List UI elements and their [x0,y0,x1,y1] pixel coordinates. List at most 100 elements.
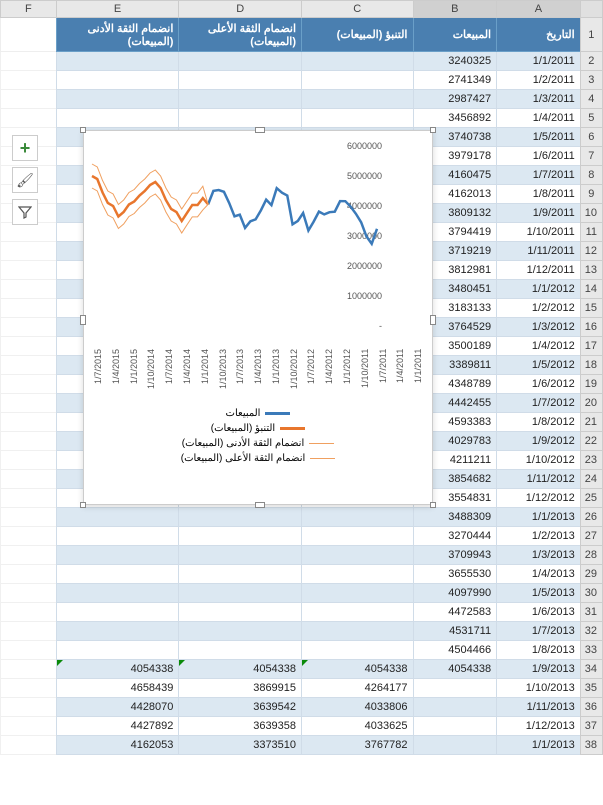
col-header-D[interactable]: D [179,1,302,18]
cell[interactable]: 1/12/2013 [497,717,581,736]
cell[interactable]: 1/8/2012 [497,413,581,432]
row-number[interactable]: 28 [580,546,602,565]
header-sales[interactable]: المبيعات [413,18,497,52]
row-number[interactable]: 23 [580,451,602,470]
col-header-F[interactable]: F [1,1,57,18]
chart-legend[interactable]: المبيعاتالتنبؤ (المبيعات)انضمام الثقة ال… [89,404,427,468]
cell-empty[interactable] [1,375,57,394]
chart-object[interactable]: 1000000200000030000004000000500000060000… [83,130,433,505]
cell[interactable]: 1/9/2013 [497,660,581,679]
cell[interactable]: 3240325 [413,52,497,71]
cell-empty[interactable] [1,489,57,508]
row-number[interactable]: 22 [580,432,602,451]
cell-empty[interactable] [1,508,57,527]
row-number[interactable]: 24 [580,470,602,489]
cell[interactable] [413,736,497,755]
legend-item[interactable]: التنبؤ (المبيعات) [89,423,427,434]
col-header-E[interactable]: E [56,1,179,18]
cell[interactable]: 1/11/2013 [497,698,581,717]
cell-empty[interactable] [1,356,57,375]
cell[interactable]: 1/4/2013 [497,565,581,584]
cell[interactable] [179,603,302,622]
col-header-A[interactable]: A [497,1,581,18]
cell[interactable]: 1/4/2012 [497,337,581,356]
cell[interactable] [56,527,179,546]
row-number[interactable]: 14 [580,280,602,299]
cell[interactable] [56,565,179,584]
row-number[interactable]: 36 [580,698,602,717]
row-number[interactable]: 6 [580,128,602,147]
cell[interactable] [413,698,497,717]
cell[interactable]: 1/5/2012 [497,356,581,375]
row-number[interactable]: 27 [580,527,602,546]
col-header-B[interactable]: B [413,1,497,18]
cell[interactable]: 1/3/2011 [497,90,581,109]
cell[interactable]: 3639542 [179,698,302,717]
cell[interactable] [179,584,302,603]
cell[interactable]: 3270444 [413,527,497,546]
cell[interactable]: 4531711 [413,622,497,641]
cell-empty[interactable] [1,90,57,109]
cell[interactable]: 1/1/2011 [497,52,581,71]
row-number[interactable]: 35 [580,679,602,698]
cell[interactable] [302,90,413,109]
cell[interactable]: 1/12/2011 [497,261,581,280]
cell[interactable]: 4162053 [56,736,179,755]
cell[interactable] [302,52,413,71]
header-conf-lower[interactable]: انضمام الثقة الأدنى (المبيعات) [56,18,179,52]
cell-empty[interactable] [1,280,57,299]
cell[interactable]: 1/10/2011 [497,223,581,242]
resize-handle[interactable] [80,502,86,508]
cell-empty[interactable] [1,318,57,337]
cell[interactable]: 3488309 [413,508,497,527]
cell[interactable]: 4428070 [56,698,179,717]
cell[interactable] [56,546,179,565]
cell[interactable] [302,641,413,660]
row-number[interactable]: 25 [580,489,602,508]
cell-empty[interactable] [1,584,57,603]
cell[interactable]: 4427892 [56,717,179,736]
cell-empty[interactable] [1,565,57,584]
row-number[interactable]: 4 [580,90,602,109]
row-number[interactable]: 15 [580,299,602,318]
cell[interactable] [56,90,179,109]
row-number[interactable]: 21 [580,413,602,432]
cell-empty[interactable] [1,52,57,71]
resize-handle[interactable] [80,127,86,133]
cell[interactable] [56,641,179,660]
cell-empty[interactable] [1,451,57,470]
cell[interactable] [302,109,413,128]
cell[interactable]: 2741349 [413,71,497,90]
cell[interactable] [179,546,302,565]
cell[interactable] [302,603,413,622]
cell[interactable]: 4264177 [302,679,413,698]
row-number[interactable]: 11 [580,223,602,242]
cell-empty[interactable] [1,717,57,736]
cell[interactable]: 4033625 [302,717,413,736]
resize-handle[interactable] [80,315,86,325]
cell-empty[interactable] [1,470,57,489]
chart-styles-button[interactable]: 🖌 [12,167,38,193]
cell[interactable]: 4054338 [56,660,179,679]
cell-empty[interactable] [1,679,57,698]
cell[interactable] [302,584,413,603]
cell[interactable]: 1/4/2011 [497,109,581,128]
row-number[interactable]: 2 [580,52,602,71]
cell-empty[interactable] [1,242,57,261]
cell[interactable]: 4472583 [413,603,497,622]
cell-empty[interactable] [1,299,57,318]
error-indicator-icon[interactable] [179,660,185,666]
cell[interactable]: 3767782 [302,736,413,755]
error-indicator-icon[interactable] [57,660,63,666]
cell[interactable]: 4033806 [302,698,413,717]
cell[interactable]: 1/5/2013 [497,584,581,603]
cell[interactable]: 1/6/2012 [497,375,581,394]
cell[interactable] [56,603,179,622]
row-number[interactable]: 16 [580,318,602,337]
chart-plot-area[interactable]: 1000000200000030000004000000500000060000… [89,141,427,344]
cell[interactable]: 3869915 [179,679,302,698]
cell[interactable] [179,109,302,128]
col-header-C[interactable]: C [302,1,413,18]
row-number[interactable]: 26 [580,508,602,527]
cell[interactable]: 1/5/2011 [497,128,581,147]
